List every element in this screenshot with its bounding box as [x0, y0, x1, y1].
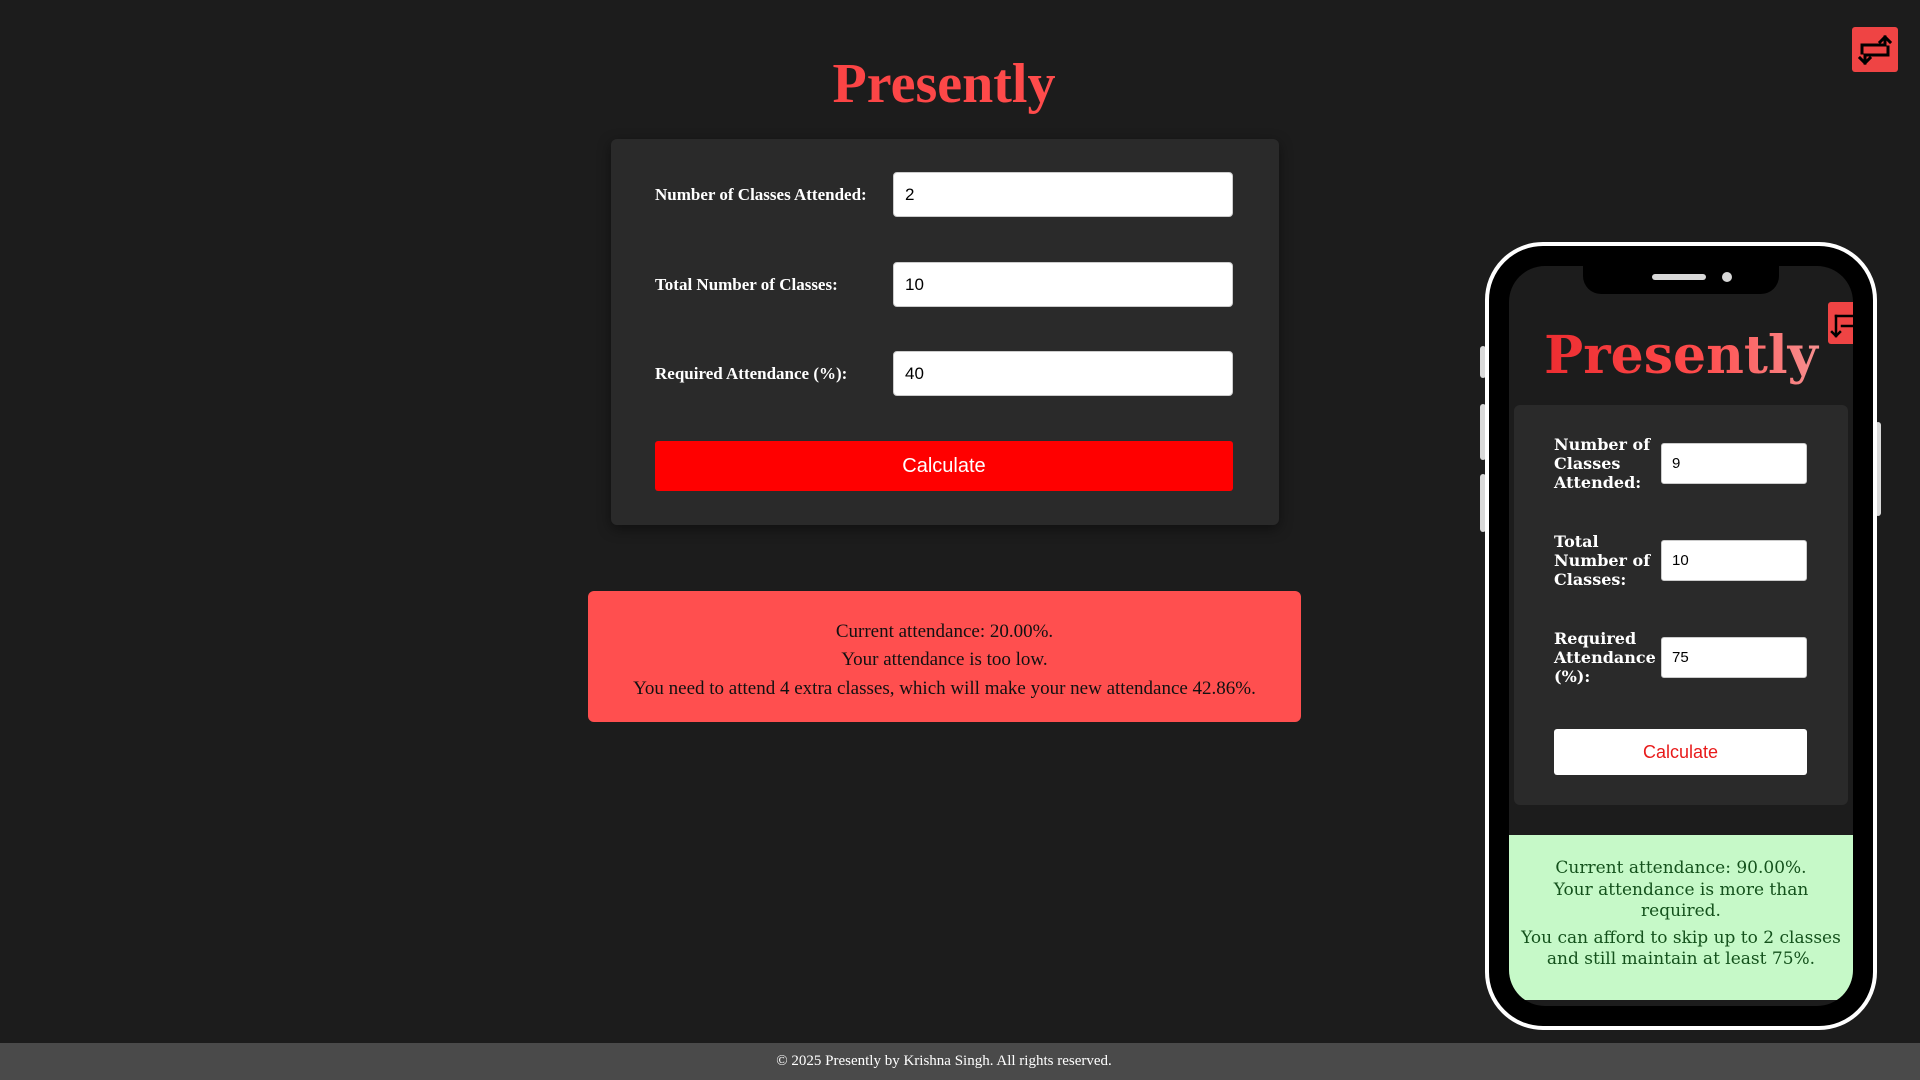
mobile-attendance-form: Number of Classes Attended: Total Number… [1514, 405, 1848, 805]
mobile-total-input[interactable] [1661, 540, 1807, 581]
footer-text: © 2025 Presently by Krishna Singh. All r… [776, 1053, 1112, 1069]
mobile-result-advice: You can afford to skip up to 2 classes a… [1521, 927, 1841, 970]
attended-input[interactable] [893, 172, 1233, 217]
phone-notch [1583, 266, 1779, 294]
total-label: Total Number of Classes: [655, 275, 838, 294]
attendance-form: Number of Classes Attended: Total Number… [611, 139, 1279, 525]
speaker-icon [1652, 274, 1706, 280]
mobile-total-label: Total Number of Classes: [1554, 532, 1651, 589]
mobile-required-input[interactable] [1661, 637, 1807, 678]
mobile-required-row: Required Attendance (%): [1554, 629, 1808, 689]
camera-icon [1722, 272, 1732, 282]
result-current: Current attendance: 20.00%. [835, 621, 1054, 642]
phone-screen: Presently Number of Classes Attended: To… [1509, 266, 1853, 1006]
mobile-calculate-button[interactable]: Calculate [1554, 729, 1807, 775]
mobile-attended-row: Number of Classes Attended: [1554, 435, 1808, 495]
total-row: Total Number of Classes: [655, 262, 1235, 307]
mobile-result-status: Your attendance is more than required. [1553, 879, 1809, 922]
mobile-result-current: Current attendance: 90.00%. [1555, 858, 1807, 878]
page-title: Presently [0, 52, 1888, 116]
attended-label: Number of Classes Attended: [655, 185, 867, 204]
required-input[interactable] [893, 351, 1233, 396]
attended-row: Number of Classes Attended: [655, 172, 1235, 217]
page: Presently Number of Classes Attended: To… [0, 0, 1920, 1080]
total-input[interactable] [893, 262, 1233, 307]
swap-arrows-icon [1858, 34, 1892, 65]
result-status: Your attendance is too low. [841, 649, 1048, 670]
mobile-total-row: Total Number of Classes: [1554, 532, 1808, 592]
mobile-result-box: Current attendance: 90.00%. Your attenda… [1509, 835, 1853, 1000]
mobile-page-title: Presently [1509, 326, 1853, 386]
footer: © 2025 Presently by Krishna Singh. All r… [0, 1043, 1920, 1080]
required-row: Required Attendance (%): [655, 351, 1235, 396]
mobile-attended-label: Number of Classes Attended: [1554, 435, 1651, 492]
result-box: Current attendance: 20.00%. Your attenda… [588, 591, 1301, 722]
calculate-button[interactable]: Calculate [655, 441, 1233, 491]
mobile-required-label: Required Attendance (%): [1554, 629, 1656, 686]
result-advice: You need to attend 4 extra classes, whic… [633, 678, 1256, 699]
required-label: Required Attendance (%): [655, 364, 848, 383]
mobile-attended-input[interactable] [1661, 443, 1807, 484]
phone-mockup: Presently Number of Classes Attended: To… [1485, 242, 1877, 1030]
swap-view-button[interactable] [1852, 27, 1898, 72]
